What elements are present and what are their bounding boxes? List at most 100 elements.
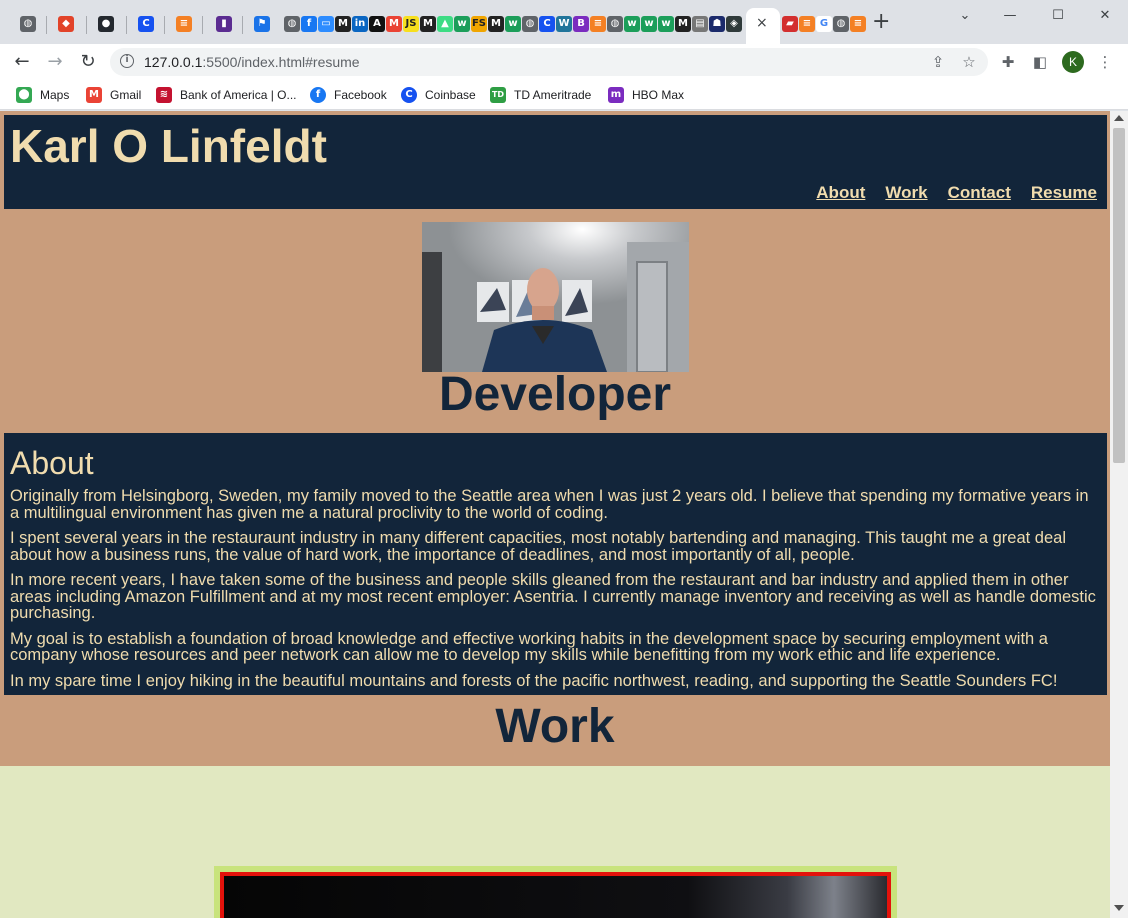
app-icon[interactable]: ▮ — [216, 16, 232, 32]
url-text[interactable]: 127.0.0.1:5500/index.html#resume — [144, 54, 360, 70]
forward-button[interactable]: → — [43, 50, 67, 74]
side-panel-icon[interactable]: ◧ — [1030, 52, 1050, 72]
favicon-icon[interactable]: ◍ — [607, 16, 623, 32]
url-host: 127.0.0.1 — [144, 54, 203, 70]
doc-icon[interactable]: ▤ — [692, 16, 708, 32]
scroll-down-arrow-icon[interactable] — [1114, 905, 1124, 911]
gitlab-icon[interactable]: ◆ — [58, 16, 74, 32]
github-icon[interactable]: ● — [98, 16, 114, 32]
medium-icon[interactable]: M — [420, 16, 436, 32]
close-tab-icon[interactable]: × — [756, 15, 768, 31]
url-path: :5500/index.html#resume — [202, 54, 360, 70]
bookmark-label: TD Ameritrade — [514, 88, 592, 102]
bookmark-coinbase[interactable]: C Coinbase — [401, 86, 476, 104]
scroll-up-arrow-icon[interactable] — [1114, 115, 1124, 121]
app-icon[interactable]: ◈ — [726, 16, 742, 32]
nav-link-contact[interactable]: Contact — [948, 183, 1011, 203]
zoom-icon[interactable]: ▭ — [318, 16, 334, 32]
bookmark-td-ameritrade[interactable]: TD TD Ameritrade — [490, 86, 591, 104]
work-card-image[interactable] — [220, 872, 891, 918]
tab-separator — [86, 16, 87, 34]
google-icon[interactable]: G — [816, 16, 832, 32]
profile-avatar[interactable]: K — [1062, 51, 1084, 73]
td-icon: TD — [490, 87, 506, 103]
tab-separator — [46, 16, 47, 34]
page-viewport: Karl O Linfeldt About Work Contact Resum… — [0, 111, 1110, 918]
tab-search-icon[interactable]: ⌄ — [950, 8, 980, 26]
linkedin-icon[interactable]: in — [352, 16, 368, 32]
site-info-icon[interactable]: i — [120, 54, 134, 68]
bookmark-label: Gmail — [110, 88, 142, 102]
favicon-icon[interactable]: ◍ — [522, 16, 538, 32]
bookmark-facebook[interactable]: f Facebook — [310, 86, 387, 104]
about-paragraph: My goal is to establish a foundation of … — [10, 629, 1048, 664]
flag-icon[interactable]: ⚑ — [254, 16, 270, 32]
favicon-icon[interactable]: ◍ — [833, 16, 849, 32]
stackoverflow-icon[interactable]: ≡ — [176, 16, 192, 32]
medium-icon[interactable]: M — [675, 16, 691, 32]
w-icon[interactable]: w — [505, 16, 521, 32]
close-window-button[interactable]: ✕ — [1090, 8, 1120, 26]
android-icon[interactable]: ▲ — [437, 16, 453, 32]
coinbase-icon[interactable]: C — [138, 16, 154, 32]
new-tab-button[interactable]: + — [872, 11, 890, 33]
scroll-thumb[interactable] — [1113, 128, 1125, 463]
stackoverflow-icon[interactable]: ≡ — [850, 16, 866, 32]
app-icon[interactable]: ☗ — [709, 16, 725, 32]
bookmark-gmail[interactable]: M Gmail — [86, 86, 141, 104]
app-icon[interactable]: B — [573, 16, 589, 32]
medium-icon[interactable]: M — [488, 16, 504, 32]
reload-button[interactable]: ↻ — [76, 50, 100, 74]
nav-link-about[interactable]: About — [816, 183, 865, 203]
about-paragraph: Originally from Helsingborg, Sweden, my … — [10, 487, 1089, 522]
tab-separator — [202, 16, 203, 34]
headline: Developer — [438, 368, 672, 421]
address-bar[interactable]: i 127.0.0.1:5500/index.html#resume ⇪ ☆ — [110, 48, 988, 76]
tab-separator — [164, 16, 165, 34]
w-icon[interactable]: w — [454, 16, 470, 32]
fs-icon[interactable]: FS — [471, 16, 487, 32]
site-nav: About Work Contact Resume — [816, 183, 1097, 203]
extensions-icon[interactable]: ✚ — [998, 52, 1018, 72]
maximize-button[interactable]: ☐ — [1043, 8, 1073, 26]
profile-photo-image — [422, 222, 689, 372]
bookmark-hbo-max[interactable]: m HBO Max — [608, 86, 684, 104]
bookmark-label: HBO Max — [632, 88, 685, 102]
bookmark-bank-of-america[interactable]: ≋ Bank of America | O... — [156, 86, 297, 104]
stackoverflow-icon[interactable]: ≡ — [799, 16, 815, 32]
pdf-icon[interactable]: ▰ — [782, 16, 798, 32]
nav-link-resume[interactable]: Resume — [1031, 183, 1097, 203]
about-paragraph: I spent several years in the restauraunt… — [10, 529, 1066, 564]
bookmark-star-icon[interactable]: ☆ — [959, 52, 979, 72]
about-paragraph: In more recent years, I have taken some … — [10, 571, 1096, 622]
javascript-icon[interactable]: JS — [403, 16, 419, 32]
site-header: Karl O Linfeldt About Work Contact Resum… — [4, 115, 1107, 209]
bookmark-maps[interactable]: ⬤ Maps — [16, 86, 69, 104]
stackoverflow-icon[interactable]: ≡ — [590, 16, 606, 32]
medium-icon[interactable]: M — [335, 16, 351, 32]
page-scrollbar[interactable] — [1110, 111, 1128, 918]
about-heading: About — [10, 445, 94, 481]
facebook-icon[interactable]: f — [301, 16, 317, 32]
bookmarks-bar: ⬤ Maps M Gmail ≋ Bank of America | O... … — [0, 80, 1128, 110]
app-icon[interactable]: A — [369, 16, 385, 32]
w-icon[interactable]: w — [641, 16, 657, 32]
gmail-icon[interactable]: M — [386, 16, 402, 32]
nav-link-work[interactable]: Work — [885, 183, 927, 203]
back-button[interactable]: ← — [10, 50, 34, 74]
w-icon[interactable]: w — [658, 16, 674, 32]
favicon-icon[interactable]: ◍ — [284, 16, 300, 32]
wordpress-icon[interactable]: W — [556, 16, 572, 32]
browser-menu-icon[interactable]: ⋮ — [1095, 52, 1115, 72]
w-icon[interactable]: w — [624, 16, 640, 32]
coinbase-icon[interactable]: C — [539, 16, 555, 32]
globe-icon[interactable]: ◍ — [20, 16, 36, 32]
bofa-icon: ≋ — [156, 87, 172, 103]
work-card[interactable] — [214, 866, 897, 918]
hbomax-icon: m — [608, 87, 624, 103]
share-icon[interactable]: ⇪ — [928, 52, 948, 72]
minimize-button[interactable]: — — [995, 8, 1025, 26]
bookmark-label: Maps — [40, 88, 70, 102]
bookmark-label: Facebook — [334, 88, 387, 102]
active-tab[interactable]: × — [746, 8, 780, 44]
